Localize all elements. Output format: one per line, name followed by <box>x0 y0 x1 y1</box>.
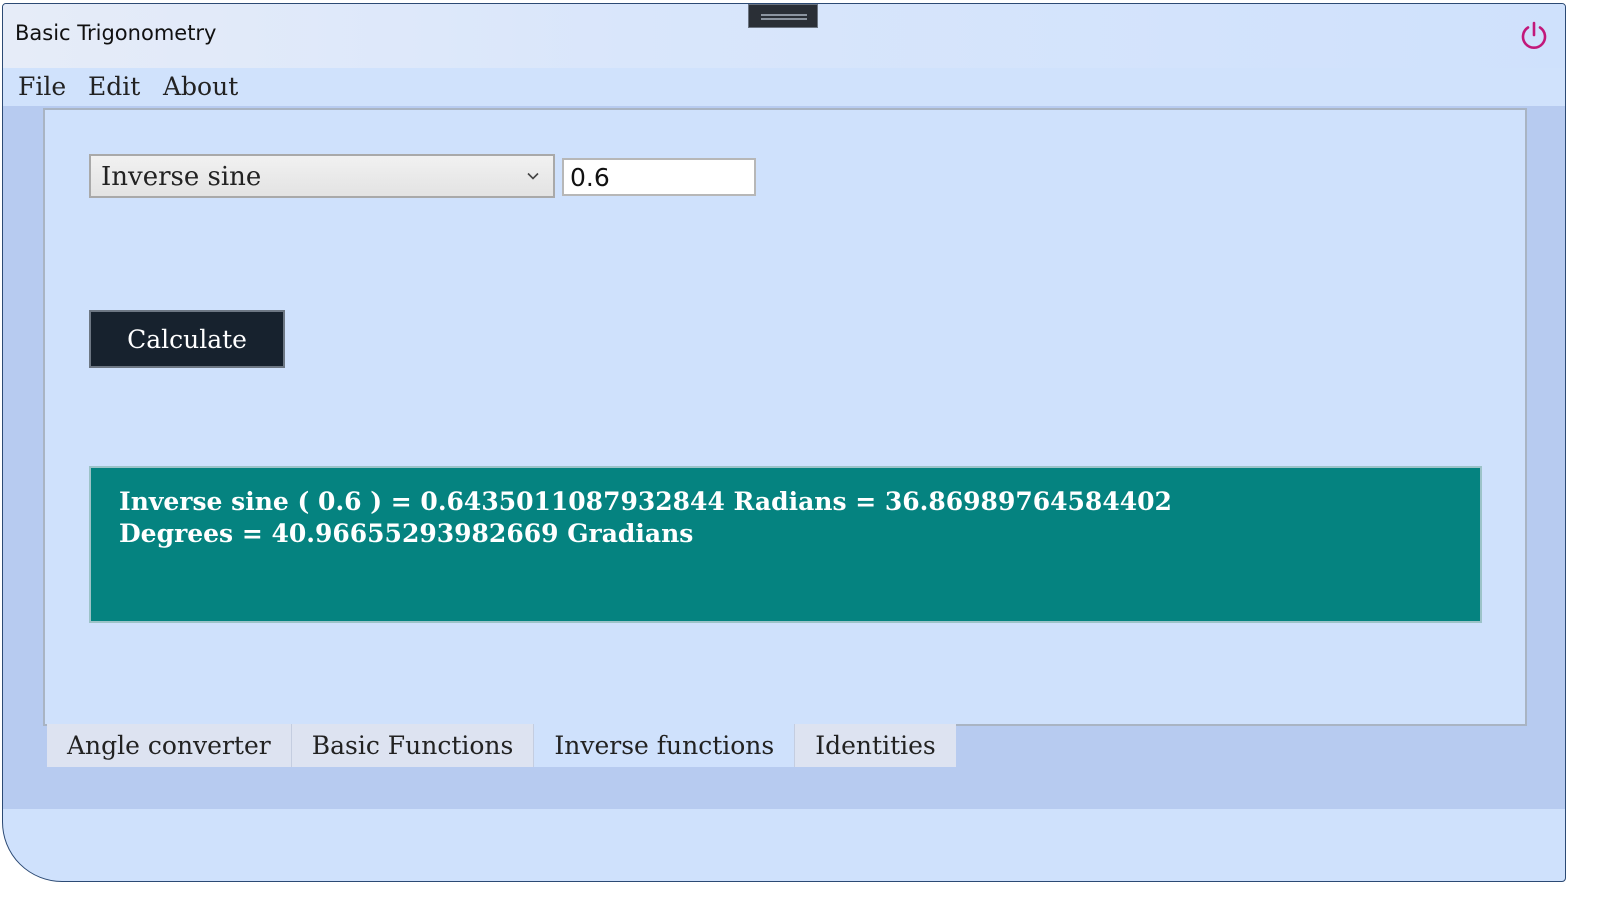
drag-handle-icon[interactable] <box>748 4 818 28</box>
calculate-button[interactable]: Calculate <box>89 310 285 368</box>
function-select[interactable]: Inverse sine <box>89 154 555 198</box>
tab-angle-converter[interactable]: Angle converter <box>47 724 291 767</box>
tab-basic-functions[interactable]: Basic Functions <box>290 724 534 767</box>
tab-panel-inverse-functions: Inverse sine Calculate Inverse sine ( 0.… <box>43 108 1527 726</box>
function-select-value: Inverse sine <box>101 162 262 192</box>
result-box: Inverse sine ( 0.6 ) = 0.643501108793284… <box>89 466 1482 623</box>
menu-edit[interactable]: Edit <box>88 72 140 101</box>
tab-inverse-functions[interactable]: Inverse functions <box>533 724 795 767</box>
power-icon <box>1521 21 1547 49</box>
menu-about[interactable]: About <box>163 72 238 101</box>
app-window: Basic Trigonometry File Edit About Inver… <box>2 3 1566 882</box>
result-text: Inverse sine ( 0.6 ) = 0.643501108793284… <box>119 487 1172 548</box>
chevron-down-icon <box>527 172 539 180</box>
value-input[interactable] <box>562 158 756 196</box>
menu-bar: File Edit About <box>3 68 1565 106</box>
window-title: Basic Trigonometry <box>15 21 217 45</box>
tab-identities[interactable]: Identities <box>794 724 956 767</box>
menu-file[interactable]: File <box>18 72 66 101</box>
title-bar[interactable]: Basic Trigonometry <box>3 4 1565 68</box>
tab-strip: Angle converter Basic Functions Inverse … <box>47 724 956 767</box>
drag-handle-bar <box>761 14 807 16</box>
power-button[interactable] <box>1517 19 1551 53</box>
drag-handle-bar <box>761 18 807 20</box>
